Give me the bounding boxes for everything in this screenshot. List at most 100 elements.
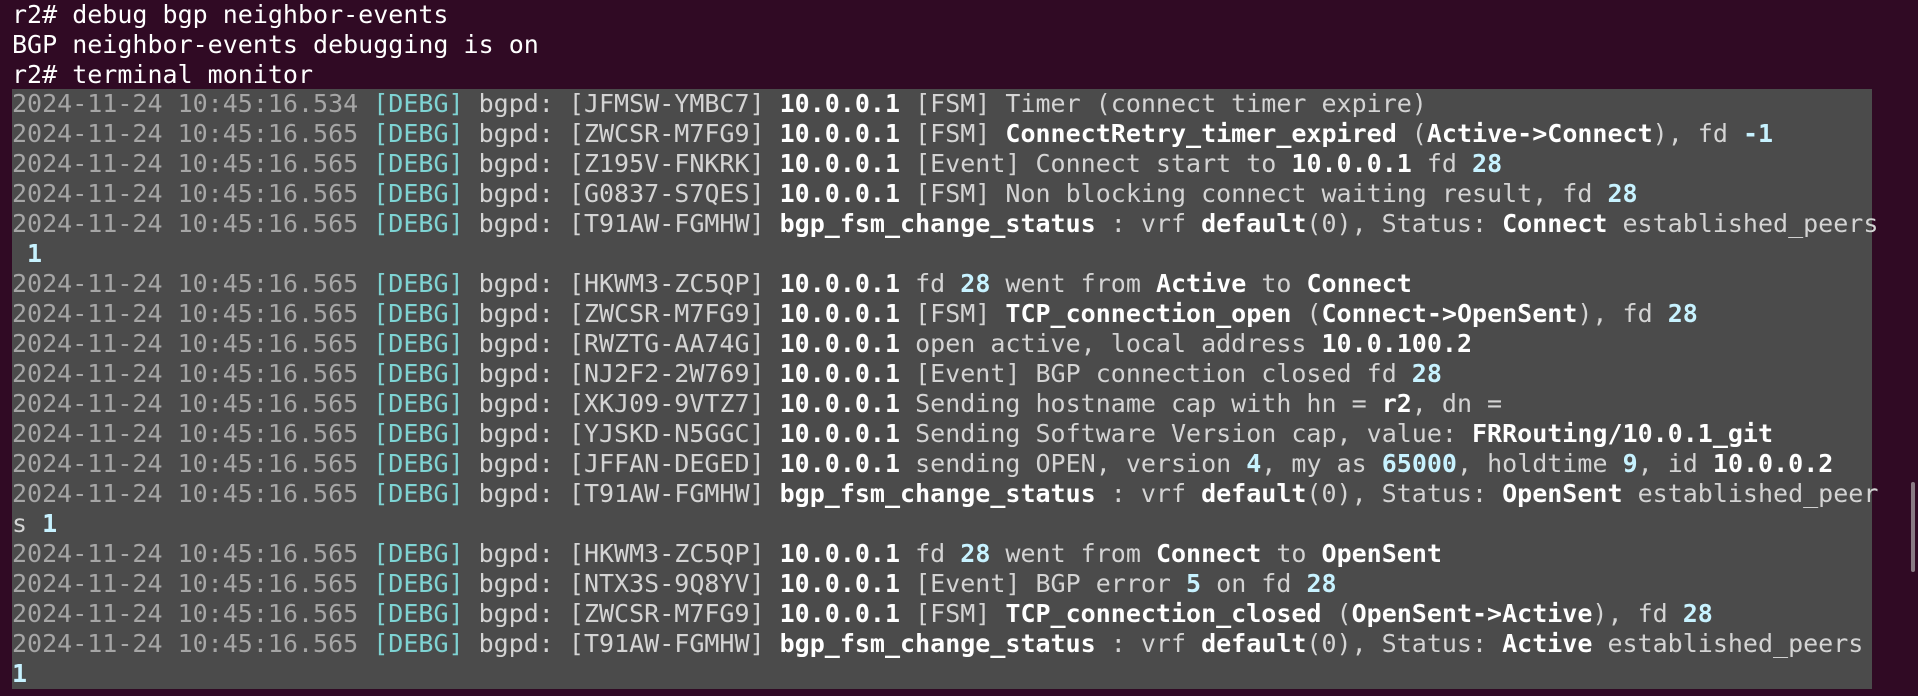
log-segment: 10.0.0.1 — [779, 269, 901, 298]
log-segment: 10.0.0.1 — [779, 149, 901, 178]
log-segment: [FSM] Non blocking connect waiting resul… — [900, 179, 1608, 208]
log-segment: [DEBG] — [373, 299, 464, 328]
terminal-window[interactable]: r2# debug bgp neighbor-events BGP neighb… — [0, 0, 1918, 696]
log-segment: 10.0.0.1 — [779, 329, 901, 358]
log-segment: , dn = — [1411, 389, 1503, 418]
log-segment: Sending hostname cap with hn = — [900, 389, 1382, 418]
log-segment: 28 — [1607, 179, 1638, 208]
log-segment: 2024-11-24 10:45:16.565 — [12, 149, 374, 178]
log-segment: went from — [990, 269, 1156, 298]
log-line: 2024-11-24 10:45:16.565 [DEBG] bgpd: [T9… — [12, 209, 1878, 239]
log-segment: sending OPEN, version — [900, 449, 1247, 478]
log-segment: 28 — [1411, 359, 1442, 388]
log-segment: ( — [1321, 599, 1352, 628]
log-segment: : vrf — [1095, 209, 1202, 238]
log-segment: 10.0.0.1 — [779, 299, 901, 328]
log-segment: 10.0.0.1 — [779, 119, 901, 148]
log-segment: 2024-11-24 10:45:16.565 — [12, 479, 374, 508]
log-segment: 2024-11-24 10:45:16.565 — [12, 539, 374, 568]
log-segment: [DEBG] — [373, 569, 464, 598]
log-segment: established_peers — [1592, 629, 1864, 658]
log-segment: 2024-11-24 10:45:16.565 — [12, 629, 374, 658]
log-segment: 2024-11-24 10:45:16.565 — [12, 389, 374, 418]
log-segment: 28 — [1682, 599, 1713, 628]
log-segment: [Event] Connect start to — [900, 149, 1292, 178]
log-line: s 1 — [12, 509, 1872, 539]
log-segment: [FSM] — [900, 119, 1006, 148]
log-segment: [DEBG] — [373, 329, 464, 358]
log-line: 2024-11-24 10:45:16.565 [DEBG] bgpd: [HK… — [12, 539, 1872, 569]
log-line: 1 — [12, 659, 1872, 689]
log-segment: established_peer — [1622, 479, 1879, 508]
log-segment: bgp_fsm_change_status — [779, 209, 1096, 238]
log-segment: [DEBG] — [373, 599, 464, 628]
log-segment: default — [1201, 629, 1307, 658]
log-segment: went from — [990, 539, 1156, 568]
log-segment: ), fd — [1652, 119, 1743, 148]
prompt-line-terminal-monitor: r2# terminal monitor — [12, 60, 314, 89]
log-segment: [DEBG] — [373, 539, 464, 568]
log-segment: [DEBG] — [373, 389, 464, 418]
log-line: 2024-11-24 10:45:16.565 [DEBG] bgpd: [NT… — [12, 569, 1872, 599]
log-segment: [DEBG] — [373, 359, 464, 388]
log-line: 2024-11-24 10:45:16.565 [DEBG] bgpd: [JF… — [12, 449, 1872, 479]
log-segment: 1 — [42, 509, 58, 538]
log-segment: ( — [1291, 299, 1322, 328]
log-segment: [DEBG] — [373, 149, 464, 178]
log-line: 2024-11-24 10:45:16.565 [DEBG] bgpd: [ZW… — [12, 119, 1872, 149]
selected-log-output[interactable]: 2024-11-24 10:45:16.534 [DEBG] bgpd: [JF… — [12, 89, 1878, 689]
log-segment: (0), Status: — [1306, 479, 1503, 508]
log-segment: , holdtime — [1456, 449, 1623, 478]
log-segment: -1 — [1742, 119, 1774, 148]
log-segment: [DEBG] — [373, 629, 464, 658]
log-segment: 2024-11-24 10:45:16.565 — [12, 449, 374, 478]
log-segment: 10.0.0.1 — [779, 419, 901, 448]
log-segment: open active, local address — [900, 329, 1322, 358]
log-segment: 2024-11-24 10:45:16.565 — [12, 119, 374, 148]
log-segment: 65000 — [1381, 449, 1457, 478]
log-segment: bgpd: [ZWCSR-M7FG9] — [463, 119, 780, 148]
log-segment: : vrf — [1095, 479, 1202, 508]
log-segment: 10.0.0.1 — [779, 89, 901, 118]
log-segment: bgp_fsm_change_status — [779, 629, 1096, 658]
log-segment: OpenSent — [1502, 479, 1623, 508]
log-segment: 2024-11-24 10:45:16.565 — [12, 569, 374, 598]
log-segment: (0), Status: — [1306, 629, 1503, 658]
log-segment: 28 — [960, 269, 991, 298]
log-segment: bgpd: [T91AW-FGMHW] — [463, 479, 780, 508]
log-segment: bgpd: [Z195V-FNKRK] — [463, 149, 780, 178]
log-line: 2024-11-24 10:45:16.565 [DEBG] bgpd: [G0… — [12, 179, 1872, 209]
log-segment: : vrf — [1095, 629, 1202, 658]
log-segment: fd — [900, 269, 961, 298]
log-segment: s — [12, 509, 43, 538]
log-segment: ), fd — [1592, 599, 1683, 628]
log-line: 2024-11-24 10:45:16.565 [DEBG] bgpd: [XK… — [12, 389, 1872, 419]
log-segment: 2024-11-24 10:45:16.565 — [12, 329, 374, 358]
log-segment: 10.0.0.2 — [1712, 449, 1834, 478]
log-segment: [DEBG] — [373, 269, 464, 298]
log-segment: 28 — [960, 539, 991, 568]
log-segment: Active — [1502, 629, 1593, 658]
log-segment: [DEBG] — [373, 89, 464, 118]
log-segment: bgpd: [XKJ09-9VTZ7] — [463, 389, 780, 418]
log-segment: OpenSent->Active — [1351, 599, 1593, 628]
log-segment: Active->Connect — [1426, 119, 1653, 148]
log-segment: [Event] BGP connection closed fd — [900, 359, 1412, 388]
log-segment: 2024-11-24 10:45:16.565 — [12, 269, 374, 298]
scrollbar-thumb[interactable] — [1911, 482, 1915, 572]
log-line: 2024-11-24 10:45:16.565 [DEBG] bgpd: [T9… — [12, 479, 1878, 509]
log-segment: bgpd: [T91AW-FGMHW] — [463, 629, 780, 658]
log-segment: Connect — [1502, 209, 1608, 238]
log-line: 2024-11-24 10:45:16.565 [DEBG] bgpd: [Z1… — [12, 149, 1872, 179]
log-segment: 28 — [1306, 569, 1337, 598]
log-segment: Active — [1155, 269, 1247, 298]
log-segment: Connect — [1306, 269, 1412, 298]
log-segment: TCP_connection_open — [1005, 299, 1292, 328]
log-segment: fd — [900, 539, 961, 568]
log-segment: [DEBG] — [373, 419, 464, 448]
log-segment: 2024-11-24 10:45:16.565 — [12, 599, 374, 628]
log-segment: 2024-11-24 10:45:16.565 — [12, 419, 374, 448]
log-segment: [DEBG] — [373, 179, 464, 208]
log-segment: 28 — [1472, 149, 1503, 178]
log-line: 1 — [12, 239, 1872, 269]
